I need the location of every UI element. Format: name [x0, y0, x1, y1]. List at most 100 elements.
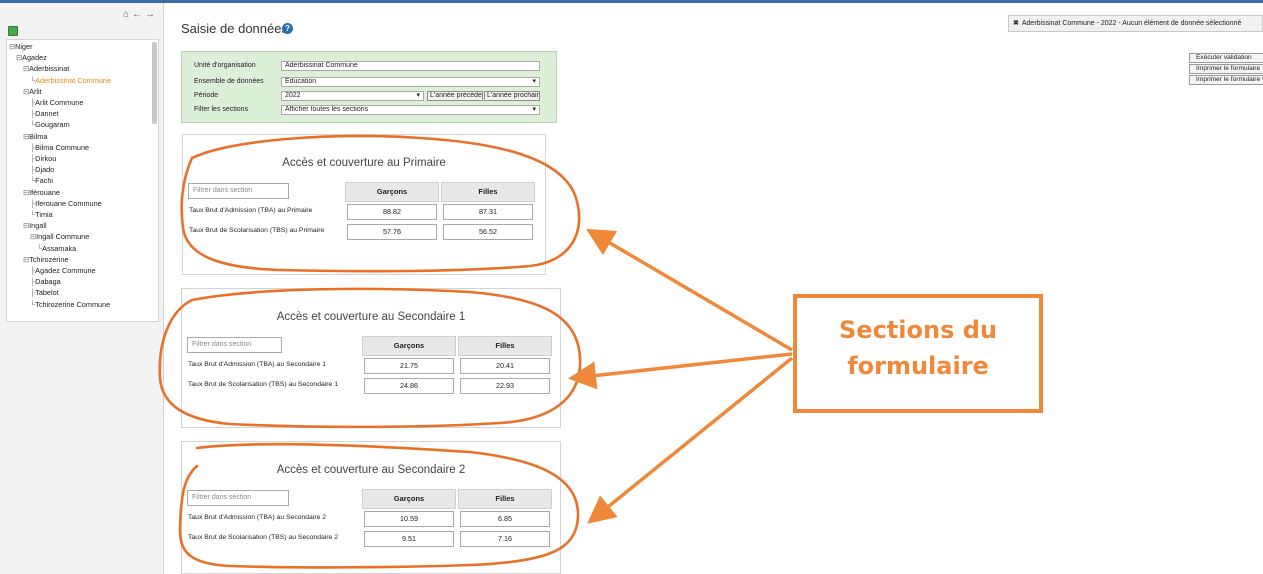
- tree-item[interactable]: └Aderbissinat Commune: [30, 76, 111, 85]
- row-label: Taux Brut d'Admission (TBA) au Secondair…: [188, 361, 327, 368]
- tree-item-label: Tchirozérine: [29, 254, 69, 264]
- tree-item[interactable]: ⊟Agadez: [16, 53, 47, 62]
- tree-item-label: Iferouane Commune: [35, 198, 102, 208]
- org-unit-tree[interactable]: ⊟Niger ⊟Agadez ⊟Aderbissinat └Aderbissinat …: [6, 39, 159, 322]
- tree-item[interactable]: ├Iferouane Commune: [30, 199, 102, 208]
- print-form-button[interactable]: Imprimer le formulaire: [1189, 64, 1263, 74]
- tree-item-label: Djado: [35, 165, 55, 175]
- column-header-girls: Filles: [458, 336, 552, 356]
- arrow-left-icon[interactable]: ←: [132, 9, 145, 20]
- tree-nav-icons: ⌂←→: [123, 9, 158, 20]
- tree-item[interactable]: ⊟Bilma: [23, 132, 47, 141]
- home-icon[interactable]: ⌂: [123, 9, 132, 20]
- tree-item-label: Ingall Commune: [36, 232, 90, 242]
- arrow-right-icon[interactable]: →: [145, 9, 158, 20]
- run-validation-button[interactable]: Exécuter validation: [1189, 53, 1263, 63]
- period-select[interactable]: 2022 ▾: [281, 91, 424, 101]
- org-unit-field[interactable]: Aderbissinat Commune: [281, 61, 540, 71]
- value-input-girls[interactable]: 20.41: [460, 358, 550, 374]
- tree-item[interactable]: ├Dabaga: [30, 277, 61, 286]
- status-bar: ✖ Aderbissinat Commune - 2022 - Aucun élé…: [1008, 15, 1263, 32]
- tree-item-label: Agadez: [22, 53, 47, 63]
- tree-toolbar: ⌂←→: [0, 3, 164, 39]
- data-entry-selectors: Unité d'organisation Aderbissinat Commun…: [181, 51, 557, 123]
- annotation-line-2: formulaire: [847, 352, 989, 380]
- tree-toggle-icon[interactable]: [8, 26, 18, 36]
- section-title: Accès et couverture au Secondaire 1: [276, 311, 466, 323]
- tree-item[interactable]: ├Arlit Commune: [30, 98, 83, 107]
- value-input-girls[interactable]: 6.85: [460, 511, 550, 527]
- tree-item[interactable]: ⊟Ingall Commune: [30, 232, 89, 241]
- filter-sections-value: Afficher toutes les sections: [285, 106, 369, 113]
- value-input-boys[interactable]: 9.51: [364, 531, 454, 547]
- tree-item-label: Bilma Commune: [35, 142, 90, 152]
- org-unit-label: Unité d'organisation: [194, 62, 256, 69]
- tree-item-label: Timia: [35, 210, 53, 219]
- dataset-select[interactable]: Education ▾: [281, 77, 540, 87]
- tree-item-label: Tabelot: [35, 288, 59, 298]
- annotation-text: Sections du formulaire: [797, 312, 1039, 384]
- form-section: Accès et couverture au Primaire Filtrer d…: [182, 134, 546, 275]
- period-value: 2022: [285, 92, 301, 99]
- section-title: Accès et couverture au Secondaire 2: [276, 464, 466, 476]
- tree-item[interactable]: ⊟Niger: [9, 42, 33, 51]
- tree-item-label: Dabaga: [35, 277, 61, 287]
- tree-item[interactable]: ├Dirkou: [30, 154, 56, 163]
- value-input-boys[interactable]: 21.75: [364, 358, 454, 374]
- tree-item[interactable]: ├Tabelot: [30, 288, 59, 297]
- tree-item-label: Dannet: [35, 109, 59, 119]
- tree-item-label: Aderbissinat: [29, 64, 70, 74]
- org-unit-tree-panel: ⌂←→ ⊟Niger ⊟Agadez ⊟Aderbissinat └Aderbissi…: [0, 3, 164, 574]
- value-input-girls[interactable]: 87.31: [443, 204, 533, 220]
- value-input-girls[interactable]: 7.16: [460, 531, 550, 547]
- value-input-boys[interactable]: 24.86: [364, 378, 454, 394]
- tree-item[interactable]: └Fachi: [30, 176, 53, 185]
- previous-year-button[interactable]: L'année précédente: [427, 91, 483, 101]
- chevron-down-icon: ▾: [532, 78, 536, 85]
- tree-item-label: Bilma: [29, 131, 48, 141]
- value-input-girls[interactable]: 22.93: [460, 378, 550, 394]
- tree-item[interactable]: └Tchirozerine Commune: [30, 300, 110, 309]
- help-icon[interactable]: ?: [282, 23, 293, 34]
- next-year-button[interactable]: L'année prochaine: [484, 91, 540, 101]
- arrow-to-primaire: [585, 228, 793, 352]
- annotation-box: Sections du formulaire: [793, 294, 1043, 413]
- value-input-boys[interactable]: 57.76: [347, 224, 437, 240]
- tree-item[interactable]: ⊟Aderbissinat: [23, 64, 69, 73]
- row-label: Taux Brut d'Admission (TBA) au Primaire: [189, 207, 313, 214]
- tree-item[interactable]: ⊟Ingall: [23, 221, 47, 230]
- tree-item[interactable]: ├Agadez Commune: [30, 266, 96, 275]
- arrow-to-secondaire-2: [587, 356, 794, 524]
- value-input-boys[interactable]: 10.59: [364, 511, 454, 527]
- chevron-down-icon: ▾: [532, 106, 536, 113]
- section-filter-input[interactable]: Filtrer dans section: [188, 183, 289, 199]
- column-header-boys: Garçons: [362, 336, 456, 356]
- tree-item[interactable]: ⊟Arlit: [23, 87, 42, 96]
- value-input-boys[interactable]: 88.82: [347, 204, 437, 220]
- tree-item[interactable]: ├Dannet: [30, 109, 59, 118]
- tree-item-label: Tchirozerine Commune: [35, 299, 111, 309]
- filter-sections-select[interactable]: Afficher toutes les sections ▾: [281, 105, 540, 115]
- section-filter-input[interactable]: Filtrer dans section: [187, 337, 282, 353]
- tree-item[interactable]: ├Djado: [30, 165, 54, 174]
- section-title: Accès et couverture au Primaire: [282, 157, 446, 169]
- tree-item[interactable]: ├Bilma Commune: [30, 143, 89, 152]
- tree-item[interactable]: └Timia: [30, 210, 53, 219]
- tree-item[interactable]: ⊟Tchirozérine: [23, 255, 68, 264]
- tree-item-label: Dirkou: [35, 154, 57, 163]
- tree-item[interactable]: └Assamaka: [37, 244, 76, 253]
- page-title: Saisie de données: [181, 21, 288, 36]
- section-filter-input[interactable]: Filtrer dans section: [187, 490, 289, 506]
- tree-item-label: Agadez Commune: [35, 266, 96, 275]
- column-header-boys: Garçons: [362, 489, 456, 509]
- close-icon[interactable]: ✖: [1013, 20, 1019, 27]
- tree-item-label: Arlit: [29, 86, 42, 96]
- tree-item-label: Niger: [15, 42, 33, 51]
- tree-item-label: Aderbissinat Commune: [35, 75, 112, 85]
- tree-item-label: Ingall: [29, 221, 47, 231]
- tree-item[interactable]: └Gougaram: [30, 120, 70, 129]
- print-blank-form-button[interactable]: Imprimer le formulaire vierge: [1189, 75, 1263, 85]
- tree-item[interactable]: ⊟Iférouane: [23, 188, 60, 197]
- value-input-girls[interactable]: 56.52: [443, 224, 533, 240]
- tree-scrollbar[interactable]: [152, 42, 157, 124]
